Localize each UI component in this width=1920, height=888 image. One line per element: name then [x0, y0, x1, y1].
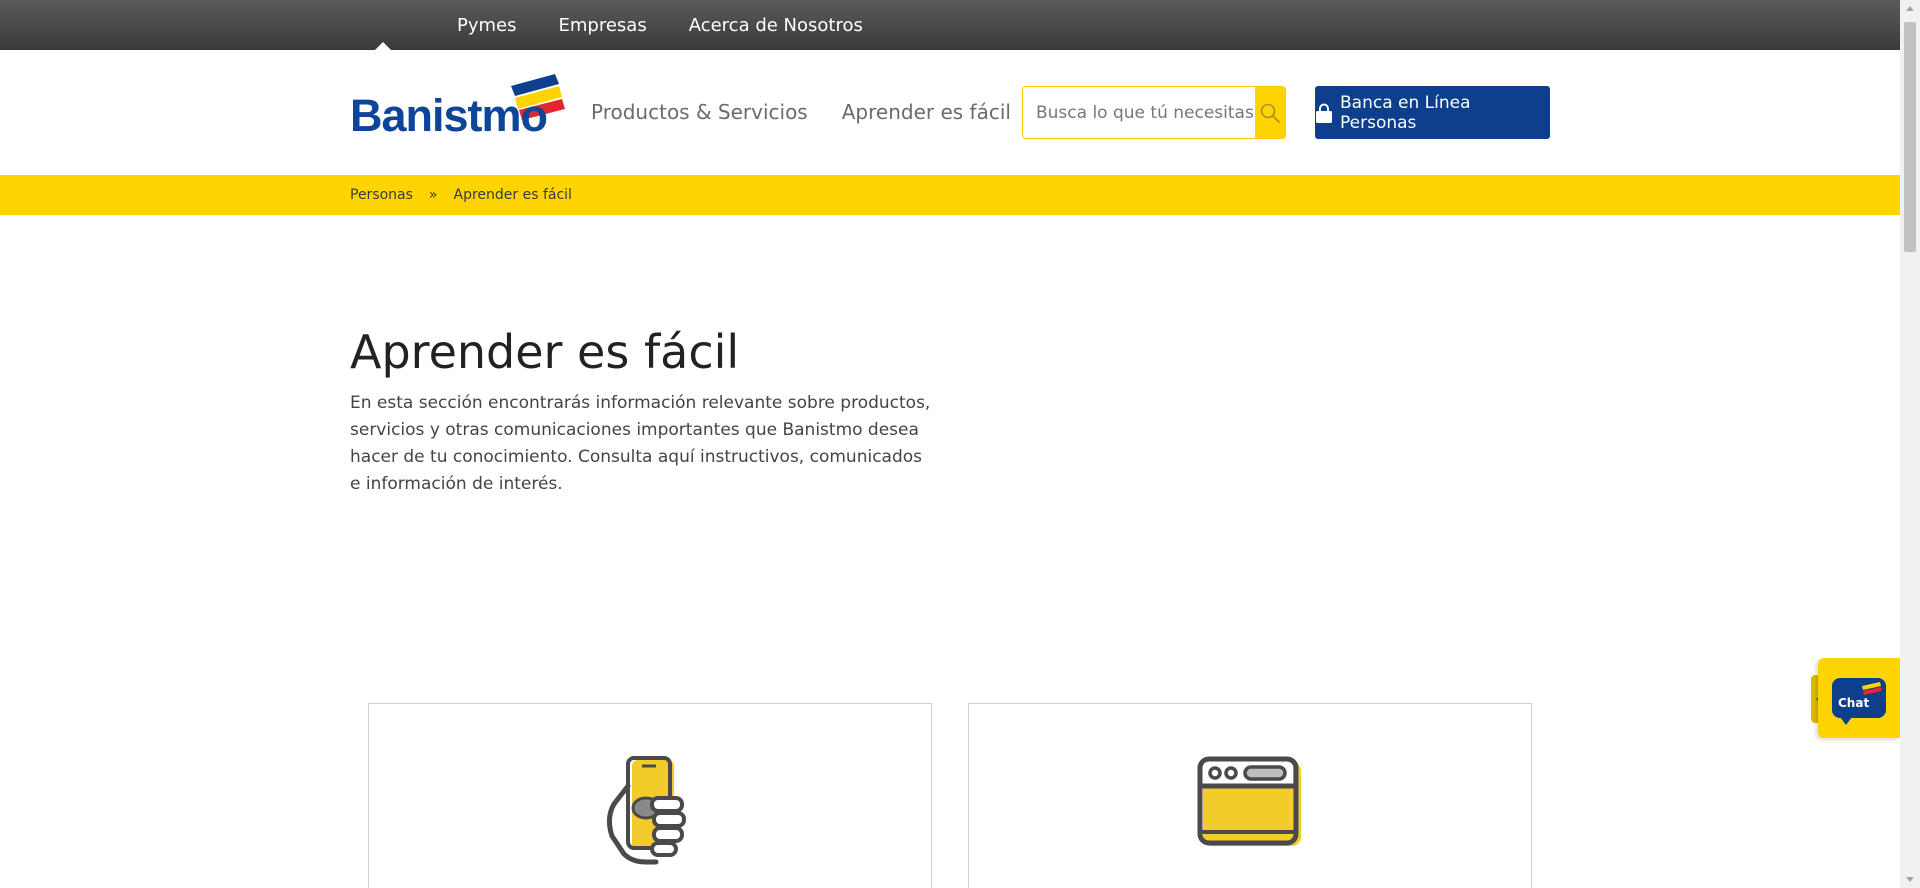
chat-button[interactable]: Chat: [1818, 658, 1900, 738]
lock-icon: [1315, 103, 1333, 123]
nav-aprender-es-facil[interactable]: Aprender es fácil: [842, 100, 1011, 124]
chat-logo-stripes: [1862, 682, 1882, 695]
chat-label: Chat: [1838, 696, 1870, 710]
active-section-indicator: [375, 42, 391, 50]
search-input[interactable]: [1023, 87, 1255, 138]
breadcrumb-item-personas[interactable]: Personas: [350, 187, 413, 203]
breadcrumb-item-current: Aprender es fácil: [453, 187, 572, 203]
banca-en-linea-label: Banca en Línea Personas: [1340, 92, 1471, 133]
search-box: [1022, 86, 1286, 139]
info-card[interactable]: [968, 703, 1532, 888]
scroll-up-arrow-icon[interactable]: [1906, 6, 1914, 11]
page-title: Aprender es fácil: [350, 325, 740, 379]
chat-bubble-icon: Chat: [1832, 678, 1886, 725]
search-icon: [1260, 103, 1280, 123]
page-intro: En esta sección encontrarás información …: [350, 393, 931, 494]
logo-wordmark: Banistmo: [350, 90, 548, 141]
site-header: Banistmo Productos & Servicios Aprender …: [0, 50, 1900, 175]
scrollbar-thumb[interactable]: [1904, 22, 1916, 252]
info-card[interactable]: [368, 703, 932, 888]
topnav-link-empresas[interactable]: Empresas: [559, 15, 647, 36]
breadcrumb-separator: »: [428, 187, 438, 203]
main-nav: Productos & Servicios Aprender es fácil: [591, 100, 1045, 124]
nav-productos-servicios[interactable]: Productos & Servicios: [591, 100, 808, 124]
topnav-link-acerca[interactable]: Acerca de Nosotros: [689, 15, 863, 36]
breadcrumb: Personas » Aprender es fácil: [0, 175, 1900, 215]
banca-en-linea-button[interactable]: Banca en Línea Personas: [1315, 86, 1550, 139]
browser-window-icon: [1197, 756, 1301, 846]
banistmo-logo[interactable]: Banistmo: [350, 72, 565, 152]
page-scrollbar[interactable]: [1900, 0, 1920, 888]
top-nav: Pymes Empresas Acerca de Nosotros: [457, 0, 905, 50]
top-utility-bar: Pymes Empresas Acerca de Nosotros: [0, 0, 1900, 50]
topnav-link-pymes[interactable]: Pymes: [457, 15, 517, 36]
hand-holding-phone-icon: [606, 756, 686, 865]
scroll-down-arrow-icon[interactable]: [1906, 877, 1914, 882]
search-button[interactable]: [1255, 87, 1285, 138]
